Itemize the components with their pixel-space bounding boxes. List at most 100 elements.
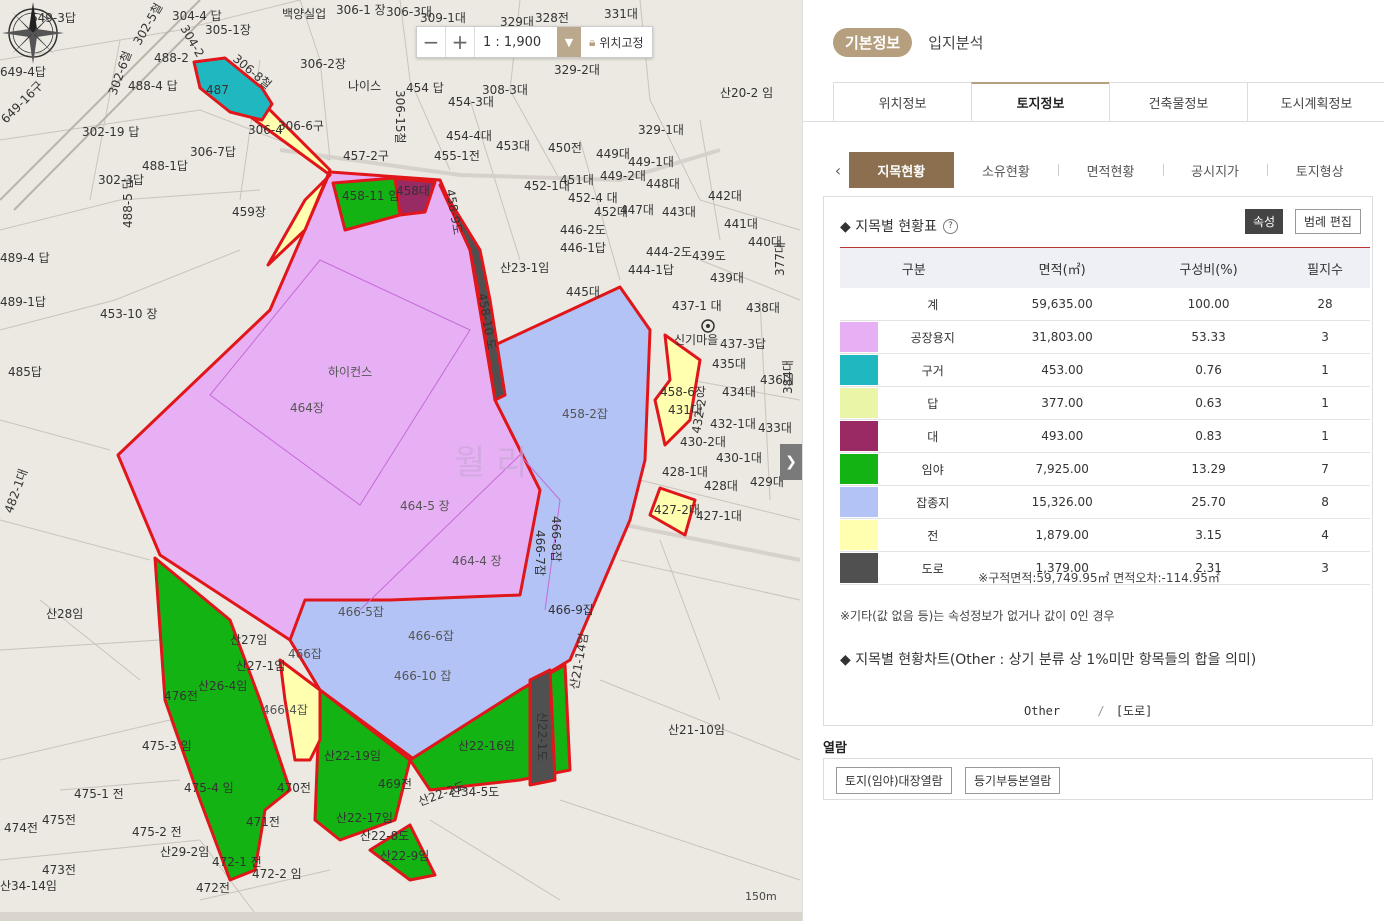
village-watermark: 월 리 [454, 443, 527, 483]
zoom-out-button[interactable]: − [417, 27, 446, 57]
lot-label: 430-2대 [680, 435, 726, 449]
lot-label: 427-1대 [696, 509, 742, 523]
table-row: 임야 7,925.00 13.29 7 [840, 452, 1370, 486]
lot-label: 485답 [8, 365, 42, 379]
lot-label: 305-1장 [205, 23, 251, 37]
lot-label: 472-2 임 [252, 867, 302, 881]
lot-label: 475-3 임 [142, 739, 192, 753]
subtab-land-category[interactable]: 지목현황 [849, 152, 954, 188]
cadastral-map: 649-3답 304-4 답 305-1장 백양실업 306-1 장 306-3… [0, 0, 801, 921]
village-name: 신기마을 [674, 333, 718, 347]
cell-area: 31,803.00 [987, 320, 1137, 354]
cell-name: 답 [878, 386, 988, 420]
lot-label: 489-1답 [0, 295, 46, 309]
cell-count: 1 [1280, 386, 1370, 420]
table-row: 계 59,635.00 100.00 28 [840, 288, 1370, 321]
sub-tabs: ‹ 지목현황 소유현황 면적현황 공시지가 토지형상 [827, 152, 1372, 188]
subtab-land-price[interactable]: 공시지가 [1162, 152, 1268, 188]
cell-ratio: 0.76 [1136, 353, 1281, 387]
lot-label: 산26-4임 [198, 679, 247, 693]
lot-label: 454-4대 [446, 129, 492, 143]
parcel-label: 하이컨스 [328, 365, 372, 379]
tab-basic-info[interactable]: 기본정보 [833, 28, 913, 57]
lot-label: 449-2대 [600, 169, 646, 183]
lot-label: 산27-1임 [236, 659, 285, 673]
color-swatch [840, 518, 878, 552]
cell-count: 4 [1280, 518, 1370, 552]
cell-name: 구거 [878, 353, 988, 387]
parcel-label: 466-10 잡 [394, 669, 451, 683]
lot-label: 469전 [378, 777, 412, 791]
lot-label: 474전 [4, 821, 38, 835]
lot-label: 306-1 장 [336, 3, 386, 17]
lot-label: 454-3대 [448, 95, 494, 109]
map-scrollbar[interactable] [0, 912, 802, 921]
map-view[interactable]: 649-3답 304-4 답 305-1장 백양실업 306-1 장 306-3… [0, 0, 802, 921]
zoom-in-button[interactable]: + [446, 27, 475, 57]
lot-label: 329-1대 [638, 123, 684, 137]
cell-area: 15,326.00 [987, 485, 1137, 519]
lot-label: 466-7잡 [533, 530, 547, 576]
lot-label: 442대 [708, 189, 742, 203]
chevron-left-icon[interactable]: ‹ [827, 161, 849, 180]
cell-ratio: 3.15 [1136, 518, 1281, 552]
lot-label: 452-4 대 [568, 191, 618, 205]
chevron-down-icon[interactable]: ▼ [557, 27, 581, 57]
lot-label: 488-1답 [142, 159, 188, 173]
tab-building[interactable]: 건축물정보 [1109, 82, 1248, 122]
lot-label: 309-1대 [420, 11, 466, 25]
lock-icon: 🔒︎ [589, 34, 596, 49]
lot-label: 466-9잡 [548, 603, 594, 617]
cell-count: 8 [1280, 485, 1370, 519]
lot-label: 475-1 전 [74, 787, 124, 801]
subtab-area[interactable]: 면적현황 [1058, 152, 1163, 188]
tab-location-analysis[interactable]: 입지분석 [928, 32, 983, 53]
tab-urban-planning[interactable]: 도시계획정보 [1247, 82, 1384, 122]
lot-label: 487 [206, 83, 229, 97]
lot-label: 산29-2임 [160, 845, 209, 859]
lot-label: 448대 [646, 177, 680, 191]
attribute-button[interactable]: 속성 [1245, 209, 1284, 234]
lock-position-button[interactable]: 🔒︎ 위치고정 [581, 34, 652, 51]
cell-area: 377.00 [987, 386, 1137, 420]
lot-label: 427-2대 [654, 503, 700, 517]
legend-edit-button[interactable]: 범례 편집 [1295, 209, 1361, 234]
lot-label: 443대 [662, 205, 696, 219]
lot-label: 450전 [548, 141, 582, 155]
tab-location[interactable]: 위치정보 [833, 82, 972, 122]
lot-label: 649-16구 [0, 78, 46, 126]
lot-label: 306-6구 [278, 119, 324, 133]
scale-select[interactable]: 1 : 1,900 [475, 27, 557, 57]
cell-count: 28 [1280, 288, 1370, 321]
chart-label: [도로] [1115, 704, 1153, 718]
lot-label: 429대 [750, 475, 784, 489]
registry-button[interactable]: 등기부등본열람 [965, 767, 1061, 794]
cell-name: 전 [878, 518, 988, 552]
lot-label: 459장 [232, 205, 266, 219]
cell-area: 493.00 [987, 419, 1137, 453]
view-buttons: 토지(임야)대장열람 등기부등본열람 [823, 758, 1373, 800]
panel-toggle-button[interactable]: ❯ [780, 444, 802, 480]
lot-label: 산22-1도 [535, 712, 549, 761]
parcel-label: 464-4 장 [452, 554, 502, 568]
cell-area: 1,879.00 [987, 518, 1137, 552]
cell-ratio: 100.00 [1136, 288, 1281, 321]
question-icon[interactable]: ? [942, 218, 958, 234]
area-note: ※구적면적:59,749.95㎡ 면적오차:-114.95㎡ [978, 571, 1220, 585]
parcel-label: 464-5 장 [400, 499, 450, 513]
section-title: ◆ 지목별 현황표 ? [840, 216, 958, 236]
parcel-label: 466-4잡 [262, 703, 308, 717]
tab-land[interactable]: 토지정보 [971, 82, 1110, 122]
land-ledger-button[interactable]: 토지(임야)대장열람 [836, 767, 952, 794]
column-header: 구분 [901, 262, 926, 278]
subtab-land-shape[interactable]: 토지형상 [1267, 152, 1372, 188]
color-swatch [840, 419, 878, 453]
lot-label: 306-15철 [393, 90, 407, 144]
cell-count: 1 [1280, 419, 1370, 453]
subtab-ownership[interactable]: 소유현황 [954, 152, 1059, 188]
table-row: 전 1,879.00 3.15 4 [840, 518, 1370, 552]
lot-label: 306-4 [248, 123, 283, 137]
lot-label: 331대 [604, 7, 638, 21]
lot-label: 453대 [496, 139, 530, 153]
lot-label: 산22-8도 [360, 829, 409, 843]
